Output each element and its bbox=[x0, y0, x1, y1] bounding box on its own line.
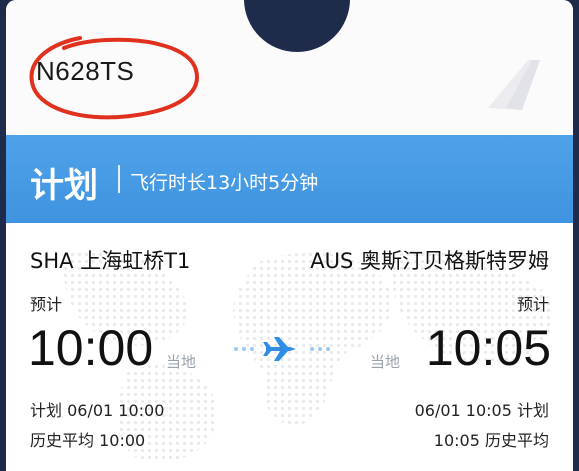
tail-fin-icon bbox=[488, 60, 540, 110]
departure-history: 历史平均 10:00 bbox=[30, 431, 146, 450]
flight-status: 计划 bbox=[30, 166, 98, 206]
path-dot bbox=[242, 347, 246, 351]
flight-detail: SHA 上海虹桥T1 预计 10:00 当地 计划 06/01 10:00 历史… bbox=[6, 223, 573, 471]
departure-planned: 计划 06/01 10:00 bbox=[30, 401, 165, 420]
departure-estimate-label: 预计 bbox=[30, 295, 63, 314]
flight-card: N628TS 计划 飞行时长13小时5分钟 SHA 上海虹桥T1 预计 10:0… bbox=[6, 0, 573, 471]
arrival-local-label: 当地 bbox=[370, 353, 401, 371]
path-dot bbox=[250, 347, 254, 351]
arrival-history: 10:05 历史平均 bbox=[433, 431, 549, 450]
departure-local-label: 当地 bbox=[166, 353, 197, 371]
path-dot bbox=[318, 347, 322, 351]
path-dot bbox=[310, 347, 314, 351]
flight-path bbox=[234, 337, 330, 361]
path-dot bbox=[234, 347, 238, 351]
arrival-time: 10:05 bbox=[425, 320, 551, 376]
path-dot bbox=[326, 347, 330, 351]
flight-duration: 飞行时长13小时5分钟 bbox=[130, 172, 319, 194]
arrival-planned: 06/01 10:05 计划 bbox=[414, 401, 549, 420]
departure-time: 10:00 bbox=[28, 320, 154, 376]
airplane-icon bbox=[263, 337, 296, 361]
arrival-estimate-label: 预计 bbox=[516, 295, 549, 314]
banner-divider bbox=[118, 165, 120, 193]
arrival-airport[interactable]: AUS 奥斯汀贝格斯特罗姆 bbox=[310, 245, 549, 275]
annotation-circle bbox=[29, 36, 199, 120]
departure-airport[interactable]: SHA 上海虹桥T1 bbox=[30, 245, 190, 275]
